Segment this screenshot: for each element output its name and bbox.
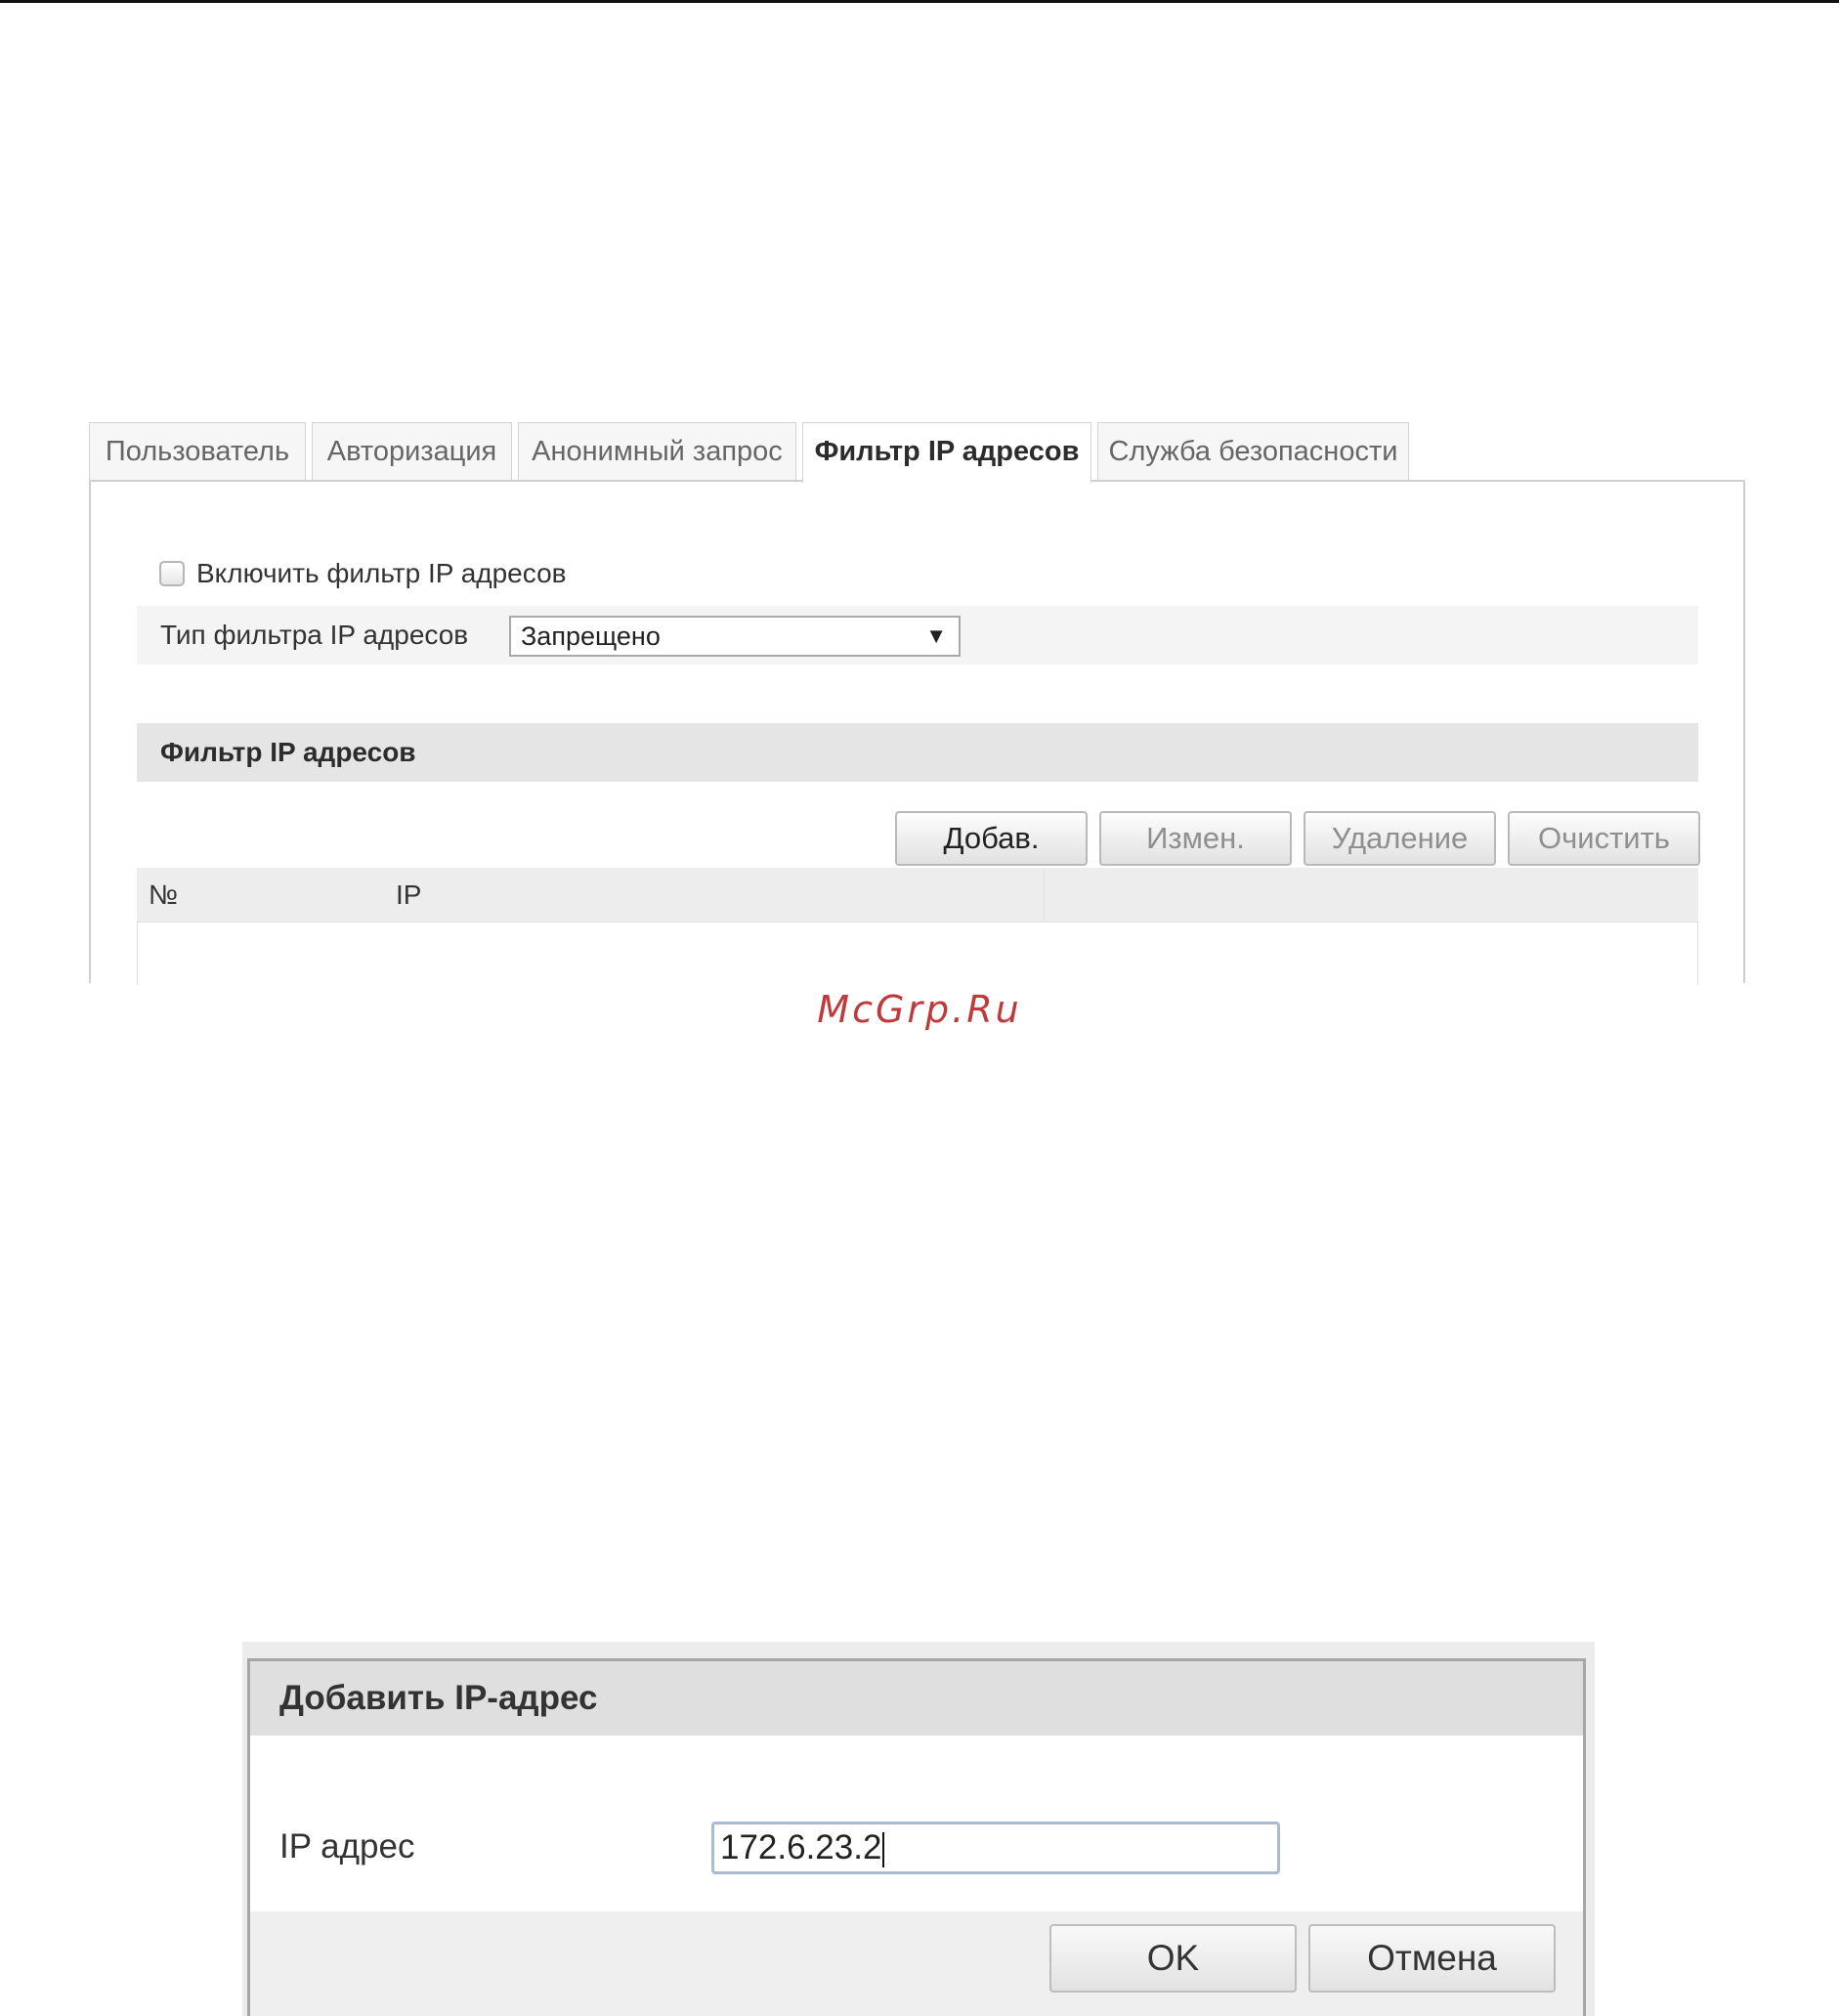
ip-table-header: № IP — [137, 868, 1698, 922]
filter-type-row: Тип фильтра IP адресов Запрещено ▼ — [137, 606, 1698, 665]
tab-authorization[interactable]: Авторизация — [312, 422, 512, 481]
column-number: № — [149, 879, 179, 910]
filter-type-label: Тип фильтра IP адресов — [160, 620, 469, 650]
ip-filter-panel: Включить фильтр IP адресов Тип фильтра I… — [89, 480, 1745, 985]
ok-button[interactable]: OK — [1049, 1924, 1297, 1993]
clear-button[interactable]: Очистить — [1508, 811, 1700, 866]
tab-user[interactable]: Пользователь — [89, 422, 306, 481]
enable-filter-checkbox[interactable] — [159, 561, 185, 586]
dialog-footer: OK Отмена — [250, 1911, 1583, 2016]
tab-anonymous-request[interactable]: Анонимный запрос — [518, 422, 796, 481]
page-top-rule — [0, 0, 1839, 3]
text-caret — [882, 1831, 885, 1867]
ip-address-label: IP адрес — [279, 1827, 415, 1866]
add-ip-dialog: Добавить IP-адрес IP адрес 172.6.23.2 OK… — [247, 1658, 1586, 2016]
column-divider — [1044, 868, 1045, 922]
column-ip: IP — [396, 879, 422, 910]
cancel-button[interactable]: Отмена — [1308, 1924, 1556, 1993]
triangle-down-icon: ▼ — [925, 623, 947, 648]
watermark-text: McGrp.Ru — [817, 988, 1022, 1031]
ip-filter-section-title: Фильтр IP адресов — [160, 737, 416, 767]
delete-button[interactable]: Удаление — [1304, 811, 1496, 866]
filter-type-value: Запрещено — [521, 622, 661, 651]
tab-ip-filter[interactable]: Фильтр IP адресов — [802, 422, 1091, 483]
ip-address-input[interactable]: 172.6.23.2 — [711, 1822, 1280, 1874]
filter-type-select[interactable]: Запрещено ▼ — [509, 616, 961, 657]
add-button[interactable]: Добав. — [895, 811, 1088, 866]
ip-filter-section-header: Фильтр IP адресов — [137, 723, 1698, 782]
dialog-title-bar: Добавить IP-адрес — [250, 1661, 1583, 1736]
edit-button[interactable]: Измен. — [1099, 811, 1292, 866]
ip-table-body — [137, 922, 1698, 985]
ip-address-value: 172.6.23.2 — [720, 1824, 885, 1871]
dialog-title: Добавить IP-адрес — [279, 1679, 598, 1717]
tab-security-service[interactable]: Служба безопасности — [1097, 422, 1409, 481]
enable-filter-row: Включить фильтр IP адресов — [159, 556, 567, 591]
enable-filter-label: Включить фильтр IP адресов — [196, 558, 567, 588]
